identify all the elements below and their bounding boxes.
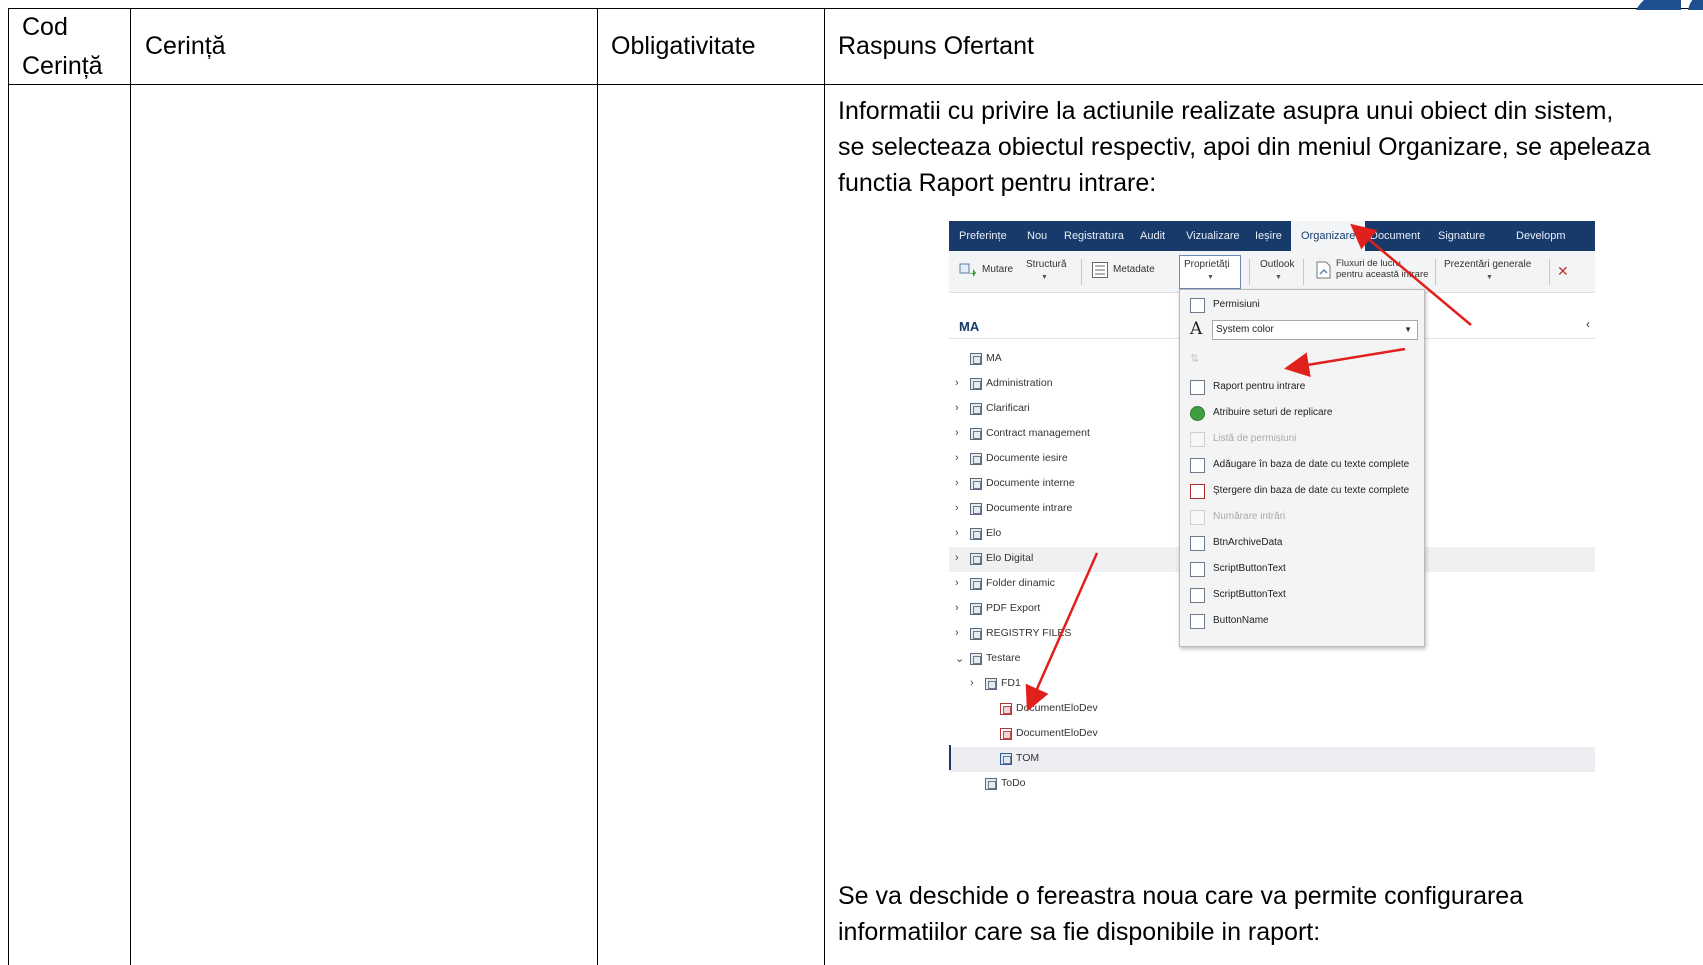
table-left-border	[8, 8, 9, 965]
intro-line-1: Informatii cu privire la actiunile reali…	[838, 97, 1614, 125]
header-bottom-border	[8, 84, 1703, 85]
logo-fragment-icon	[1636, 0, 1703, 10]
annotation-arrow	[1350, 223, 1472, 326]
column-divider-2	[597, 8, 598, 965]
outro-line-2: informatiilor care sa fie disponibile in…	[838, 918, 1321, 946]
header-cerinta: Cerință	[145, 32, 226, 60]
header-obligativitate: Obligativitate	[611, 32, 756, 60]
annotation-arrow	[1025, 552, 1099, 712]
column-divider-1	[130, 8, 131, 965]
elo-screenshot: Preferințe Nou Registratura Audit Vizual…	[949, 221, 1595, 796]
table-top-border	[8, 8, 1703, 9]
column-divider-3	[824, 8, 825, 965]
outro-line-1: Se va deschide o fereastra noua care va …	[838, 882, 1524, 910]
header-raspuns-ofertant: Raspuns Ofertant	[838, 32, 1034, 60]
intro-line-2: se selecteaza obiectul respectiv, apoi d…	[838, 133, 1651, 161]
header-cod-cerinta: Cod Cerință	[22, 13, 103, 80]
annotation-arrow	[1284, 347, 1406, 378]
annotation-arrows	[1025, 223, 1472, 712]
intro-line-3: functia Raport pentru intrare:	[838, 169, 1157, 197]
